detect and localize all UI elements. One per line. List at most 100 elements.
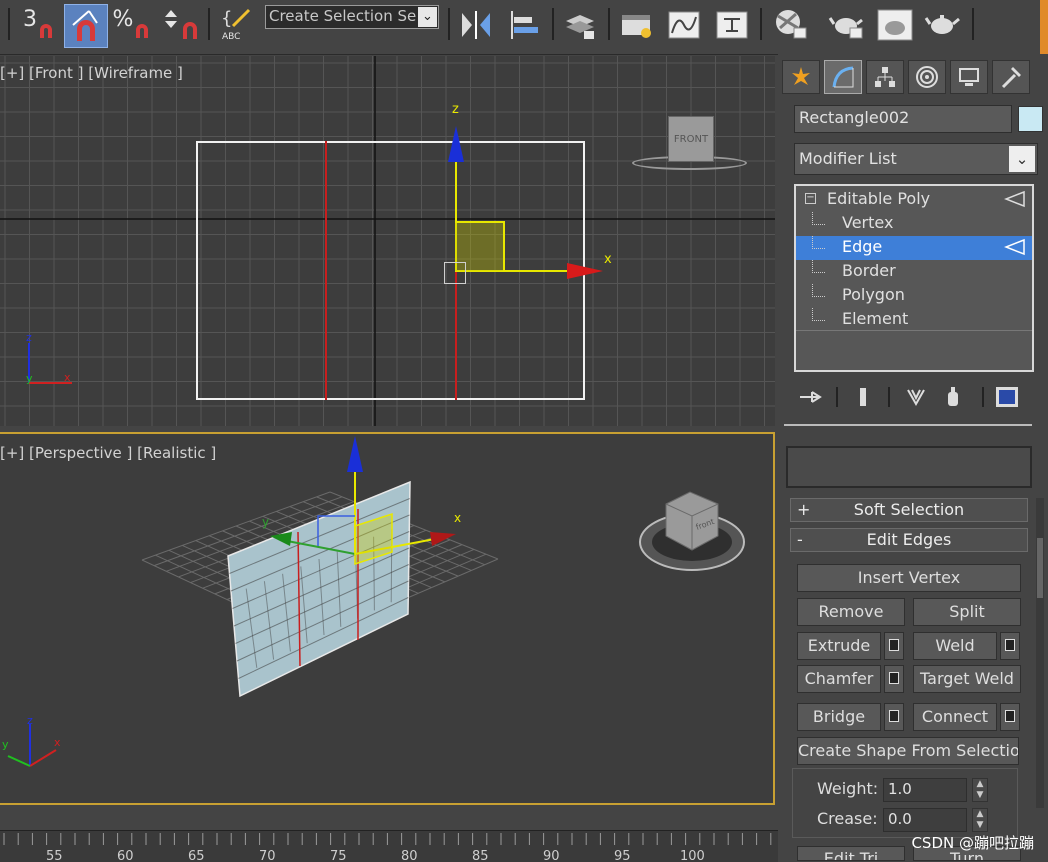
svg-text:{: { — [221, 8, 232, 29]
toggle-ribbon-button[interactable] — [616, 4, 656, 46]
curve-editor-button[interactable] — [664, 4, 704, 46]
tab-display[interactable] — [950, 60, 988, 94]
tree-connector — [812, 260, 825, 273]
selected-edge-left[interactable] — [325, 141, 327, 400]
scrollbar-thumb[interactable] — [1037, 538, 1043, 598]
toolbar-separator — [608, 8, 610, 40]
layer-explorer-button[interactable] — [560, 4, 600, 46]
show-end-result-icon[interactable] — [1004, 190, 1026, 208]
mirror-button[interactable] — [456, 4, 496, 46]
collapse-icon[interactable]: − — [805, 193, 816, 204]
snap-3d-button[interactable]: 3 — [18, 4, 60, 46]
stack-item-edge[interactable]: Edge — [796, 236, 1032, 260]
gizmo-z-arrow — [347, 436, 363, 472]
edit-tri-button[interactable]: Edit Tri — [797, 846, 905, 861]
make-unique-icon — [907, 389, 925, 407]
toolbar-overflow-indicator — [1040, 0, 1048, 54]
tab-modify[interactable] — [824, 60, 862, 94]
stack-item-border[interactable]: Border — [796, 260, 1032, 284]
viewport-perspective[interactable]: [+] [Perspective ] [Realistic ] front z … — [0, 432, 775, 805]
stack-item-vertex[interactable]: Vertex — [796, 212, 1032, 236]
tab-utilities[interactable] — [992, 60, 1030, 94]
toolbar-separator — [760, 8, 762, 40]
snap-3d-label: 3 — [23, 6, 37, 32]
gizmo-y-label: y — [262, 515, 269, 529]
create-icon — [792, 67, 810, 85]
remove-modifier-icon — [948, 387, 958, 406]
gizmo-z-arrow[interactable] — [446, 124, 466, 164]
modifier-list-dropdown[interactable]: Modifier List ⌄ — [794, 143, 1038, 175]
world-axis-z-label: z — [27, 714, 33, 727]
extrude-settings-button[interactable] — [884, 632, 904, 660]
perspective-scene: front z y x y x — [2, 436, 745, 767]
render-setup-button[interactable] — [826, 4, 868, 46]
viewcube[interactable]: FRONT — [668, 116, 714, 162]
bridge-settings-button[interactable] — [884, 703, 904, 731]
weight-label: Weight: — [817, 779, 879, 798]
extrude-button[interactable]: Extrude — [797, 632, 881, 660]
object-name-field[interactable]: Rectangle002 — [794, 105, 1012, 133]
remove-button[interactable]: Remove — [797, 598, 905, 626]
selection-set-dropdown[interactable]: Create Selection Se ⌄ — [265, 5, 439, 29]
align-button[interactable] — [504, 4, 544, 46]
ribbon-icon — [622, 15, 651, 38]
show-end-result-icon[interactable] — [1004, 238, 1026, 256]
viewport-front-label[interactable]: [+] [Front ] [Wireframe ] — [0, 64, 183, 82]
percent-snap-button[interactable]: % — [112, 4, 152, 46]
stack-item-label: Editable Poly — [827, 189, 931, 208]
hammer-icon — [1001, 67, 1021, 89]
watermark: CSDN @蹦吧拉蹦 — [911, 834, 1034, 852]
svg-text:x: x — [64, 371, 71, 384]
stack-toolbar — [800, 387, 1018, 407]
rollout-title: Edit Edges — [866, 530, 952, 549]
magnet-icon — [40, 24, 52, 38]
toolbar-separator — [448, 8, 450, 40]
crease-spinner[interactable]: ▲ ▼ — [972, 808, 988, 832]
connect-settings-button[interactable] — [1000, 703, 1020, 731]
tab-create[interactable] — [782, 60, 820, 94]
schematic-view-button[interactable] — [712, 4, 752, 46]
angle-snap-button[interactable] — [64, 4, 108, 48]
connect-button[interactable]: Connect — [913, 703, 997, 731]
soft-selection-rollout[interactable]: + Soft Selection — [790, 498, 1028, 522]
gizmo-x-arrow[interactable] — [565, 261, 605, 281]
render-production-button[interactable] — [922, 4, 964, 46]
modifier-stack[interactable]: − Editable Poly Vertex Edge Border Polyg… — [794, 184, 1034, 372]
viewport-front[interactable]: [+] [Front ] [Wireframe ] z x FRONT z y … — [0, 56, 775, 426]
rendered-frame-window-button[interactable] — [874, 4, 916, 46]
stack-item-element[interactable]: Element — [796, 308, 1032, 332]
world-axis-tripod: z y x — [26, 331, 72, 385]
spinner-snap-button[interactable] — [160, 4, 202, 46]
tab-hierarchy[interactable] — [866, 60, 904, 94]
tab-motion[interactable] — [908, 60, 946, 94]
timeline-ruler[interactable]: 55 60 65 70 75 80 85 90 95 100 — [0, 830, 778, 862]
object-color-swatch[interactable] — [1018, 106, 1043, 132]
timeline-tick-label: 80 — [401, 849, 418, 862]
weld-settings-button[interactable] — [1000, 632, 1020, 660]
layers-icon — [566, 15, 594, 39]
command-panel-scrollbar[interactable] — [1036, 498, 1044, 808]
timeline-tick-label: 95 — [614, 849, 631, 862]
stack-item-editable-poly[interactable]: − Editable Poly — [796, 188, 1032, 212]
main-toolbar: 3 % { ABC Create Selection Se ⌄ — [0, 0, 1048, 55]
split-button[interactable]: Split — [913, 598, 1021, 626]
crease-input[interactable]: 0.0 — [883, 808, 967, 832]
svg-text:z: z — [26, 331, 32, 344]
stack-item-polygon[interactable]: Polygon — [796, 284, 1032, 308]
edit-named-selection-button[interactable]: { ABC — [218, 4, 258, 46]
target-weld-button[interactable]: Target Weld — [913, 665, 1021, 693]
material-editor-button[interactable] — [770, 4, 812, 46]
toolbar-separator — [8, 8, 10, 40]
chamfer-settings-button[interactable] — [884, 665, 904, 693]
chamfer-button[interactable]: Chamfer — [797, 665, 881, 693]
weight-spinner[interactable]: ▲ ▼ — [972, 778, 988, 802]
pivot-marker — [444, 262, 466, 284]
stack-item-label: Edge — [842, 237, 883, 256]
weight-input[interactable]: 1.0 — [883, 778, 967, 802]
insert-vertex-button[interactable]: Insert Vertex — [797, 564, 1021, 592]
bridge-button[interactable]: Bridge — [797, 703, 881, 731]
create-shape-from-selection-button[interactable]: Create Shape From Selection — [797, 737, 1019, 765]
edit-edges-rollout[interactable]: - Edit Edges — [790, 528, 1028, 552]
stack-item-label: Element — [842, 309, 909, 328]
weld-button[interactable]: Weld — [913, 632, 997, 660]
